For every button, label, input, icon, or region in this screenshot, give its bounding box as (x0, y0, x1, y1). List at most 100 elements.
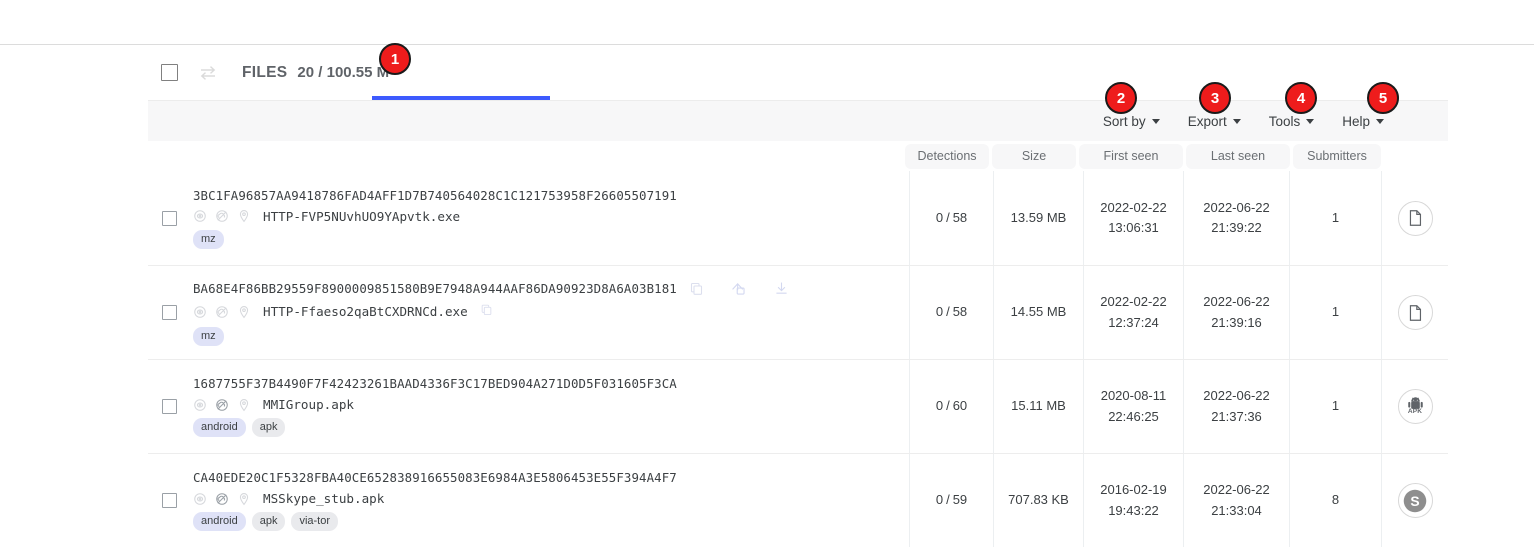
cell-file-type (1381, 171, 1448, 265)
last-seen-date: 2022-06-22 (1203, 294, 1270, 310)
row-checkbox[interactable] (162, 399, 177, 414)
menu-help-label: Help (1342, 114, 1370, 129)
location-pin-icon[interactable] (237, 305, 251, 319)
tag-list: mz (193, 326, 909, 346)
files-panel: FILES 20 / 100.55 M Sort by Export Tools… (148, 45, 1448, 547)
browser-top-bar (0, 0, 1534, 45)
row-checkbox-cell (148, 454, 191, 547)
table-row[interactable]: 1687755F37B4490F7F42423261BAAD4336F3C17B… (148, 359, 1448, 453)
skype-icon[interactable]: S (1397, 483, 1433, 518)
file-name[interactable]: MMIGroup.apk (263, 397, 354, 412)
cell-submitters: 1 (1289, 266, 1381, 359)
tab-files[interactable]: FILES 20 / 100.55 M (238, 45, 393, 100)
column-header-first-seen[interactable]: First seen (1079, 143, 1183, 169)
column-header-detections[interactable]: Detections (905, 143, 989, 169)
hash-line: CA40EDE20C1F5328FBA40CE652838916655083E6… (193, 470, 909, 485)
no-distribute-icon[interactable] (215, 398, 229, 412)
target-icon[interactable] (193, 209, 207, 223)
document-icon[interactable] (1397, 200, 1433, 236)
row-main-cell: 3BC1FA96857AA9418786FAD4AFF1D7B740564028… (191, 171, 909, 265)
no-distribute-icon[interactable] (215, 492, 229, 506)
column-header-size[interactable]: Size (992, 143, 1076, 169)
tag-list: android apk (193, 418, 909, 437)
no-distribute-icon[interactable] (215, 305, 229, 319)
target-icon[interactable] (193, 492, 207, 506)
target-icon[interactable] (193, 305, 207, 319)
copy-hash-icon[interactable] (689, 281, 704, 296)
row-main-cell: BA68E4F86BB29559F8900009851580B9E7948A94… (191, 266, 909, 359)
row-main-cell: CA40EDE20C1F5328FBA40CE652838916655083E6… (191, 454, 909, 547)
cell-file-type: APK (1381, 360, 1448, 453)
cell-first-seen: 2022-02-22 13:06:31 (1083, 171, 1183, 265)
share-icon[interactable] (730, 280, 747, 297)
row-checkbox[interactable] (162, 305, 177, 320)
cell-detections: 0/58 (909, 171, 993, 265)
menu-sort-by[interactable]: Sort by (1089, 108, 1174, 135)
cell-file-type (1381, 266, 1448, 359)
detections-count: 0 (935, 492, 944, 508)
file-hash[interactable]: BA68E4F86BB29559F8900009851580B9E7948A94… (193, 281, 677, 296)
tag-chip[interactable]: mz (193, 326, 224, 346)
column-header-submitters[interactable]: Submitters (1293, 143, 1381, 169)
copy-filename-icon[interactable] (480, 303, 493, 321)
first-seen-date: 2022-02-22 (1100, 199, 1167, 215)
tab-files-label: FILES (242, 63, 288, 81)
location-pin-icon[interactable] (237, 492, 251, 506)
file-name[interactable]: HTTP-FVP5NUvhUO9YApvtk.exe (263, 209, 460, 224)
menu-sort-by-label: Sort by (1102, 114, 1146, 129)
row-checkbox[interactable] (162, 210, 177, 226)
tag-chip[interactable]: via-tor (291, 512, 339, 531)
apk-label: APK (1407, 408, 1423, 416)
filename-line: HTTP-Ffaeso2qaBtCXDRNCd.exe (193, 303, 909, 321)
last-seen-date: 2022-06-22 (1203, 199, 1270, 215)
detections-total: 60 (952, 398, 968, 414)
column-header-last-seen[interactable]: Last seen (1186, 143, 1290, 169)
location-pin-icon[interactable] (237, 209, 251, 223)
svg-text:S: S (1410, 493, 1419, 509)
table-row[interactable]: CA40EDE20C1F5328FBA40CE652838916655083E6… (148, 453, 1448, 547)
download-icon[interactable] (773, 280, 790, 297)
cell-submitters: 1 (1289, 360, 1381, 453)
toolbar-menu-group: Sort by Export Tools Help (1089, 101, 1398, 142)
menu-tools[interactable]: Tools (1255, 108, 1329, 135)
cell-last-seen: 2022-06-22 21:39:22 (1183, 171, 1289, 265)
cell-last-seen: 2022-06-22 21:33:04 (1183, 454, 1289, 547)
cell-submitters: 1 (1289, 171, 1381, 265)
location-pin-icon[interactable] (237, 398, 251, 412)
file-hash[interactable]: 1687755F37B4490F7F42423261BAAD4336F3C17B… (193, 376, 677, 391)
android-apk-icon[interactable]: APK (1397, 389, 1433, 424)
detections-total: 59 (952, 492, 968, 508)
file-name[interactable]: HTTP-Ffaeso2qaBtCXDRNCd.exe (263, 304, 468, 319)
last-seen-time: 21:33:04 (1211, 502, 1262, 518)
file-name[interactable]: MSSkype_stub.apk (263, 491, 384, 506)
chevron-down-icon (1306, 119, 1315, 124)
cell-file-type: S (1381, 454, 1448, 547)
row-checkbox[interactable] (162, 493, 177, 508)
tag-chip[interactable]: apk (251, 418, 286, 437)
tag-chip[interactable]: android (193, 418, 246, 437)
file-hash[interactable]: 3BC1FA96857AA9418786FAD4AFF1D7B740564028… (193, 188, 677, 203)
swap-icon[interactable] (198, 63, 218, 83)
tag-chip[interactable]: apk (251, 512, 286, 531)
cell-last-seen: 2022-06-22 21:37:36 (1183, 360, 1289, 453)
chevron-down-icon (1232, 119, 1241, 124)
select-all-checkbox[interactable] (161, 64, 178, 81)
files-header: FILES 20 / 100.55 M (148, 45, 1448, 100)
detections-count: 0 (935, 304, 944, 320)
target-icon[interactable] (193, 398, 207, 412)
table-row[interactable]: BA68E4F86BB29559F8900009851580B9E7948A94… (148, 265, 1448, 359)
first-seen-time: 12:37:24 (1108, 314, 1159, 330)
callout-badge-1: 1 (379, 43, 411, 75)
cell-size: 14.55 MB (993, 266, 1083, 359)
cell-size: 707.83 KB (993, 454, 1083, 547)
document-icon[interactable] (1397, 295, 1433, 330)
file-hash[interactable]: CA40EDE20C1F5328FBA40CE652838916655083E6… (193, 470, 677, 485)
tag-chip[interactable]: mz (193, 229, 224, 249)
first-seen-date: 2016-02-19 (1100, 482, 1167, 498)
files-table-body: 3BC1FA96857AA9418786FAD4AFF1D7B740564028… (148, 171, 1448, 547)
no-distribute-icon[interactable] (215, 209, 229, 223)
table-row[interactable]: 3BC1FA96857AA9418786FAD4AFF1D7B740564028… (148, 171, 1448, 265)
callout-badge-3: 3 (1199, 82, 1231, 114)
tag-chip[interactable]: android (193, 512, 246, 531)
filename-line: MSSkype_stub.apk (193, 491, 909, 506)
